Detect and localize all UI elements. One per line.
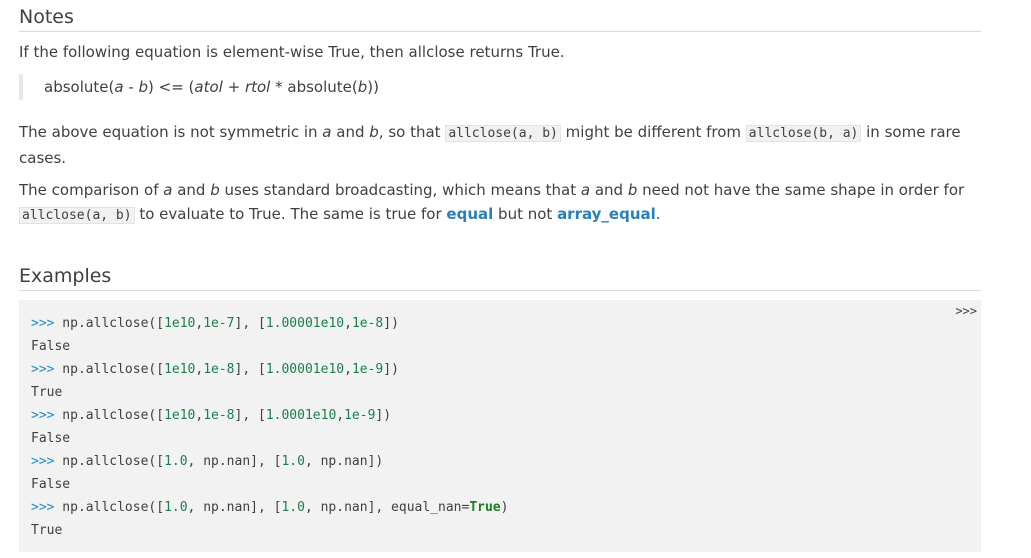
equal-link[interactable]: equal <box>446 205 493 223</box>
inline-code: allclose(b, a) <box>745 125 862 142</box>
eq-text: + <box>222 78 245 96</box>
code-number: 1e-9 <box>344 408 376 423</box>
code-lines: >>> np.allclose([1e10,1e-7], [1.00001e10… <box>31 312 508 542</box>
code-number: 1e10 <box>164 408 196 423</box>
code-text: ], [ <box>234 316 266 331</box>
code-input-line: >>> np.allclose([1.0, np.nan], [1.0, np.… <box>31 450 508 473</box>
eq-var-a: a <box>114 78 124 96</box>
text: and <box>590 181 628 199</box>
code-number: 1.00001e10 <box>265 316 345 331</box>
eq-text: absolute( <box>44 78 115 96</box>
code-text: ]) <box>375 408 392 423</box>
code-number: 1.0 <box>164 500 188 515</box>
code-text: , np.nan], [ <box>187 500 282 515</box>
text: need not have the same shape in order fo… <box>637 181 965 199</box>
code-number: 1.0 <box>281 454 305 469</box>
code-number: 1e-8 <box>203 362 235 377</box>
code-text: , <box>344 316 352 331</box>
text: The comparison of <box>19 181 164 199</box>
code-text: ) <box>500 500 509 515</box>
var-b: b <box>369 123 379 141</box>
code-number: 1.0 <box>281 500 305 515</box>
code-number: 1e10 <box>164 316 196 331</box>
text: . <box>655 205 661 223</box>
var-b: b <box>210 181 220 199</box>
eq-text: - <box>123 78 139 96</box>
code-text: np.allclose([ <box>54 362 165 377</box>
code-text: , np.nan], [ <box>187 454 282 469</box>
inline-code: allclose(a, b) <box>19 207 135 224</box>
code-output-line: True <box>31 381 508 404</box>
text: uses standard broadcasting, which means … <box>219 181 581 199</box>
code-output-line: False <box>31 335 508 358</box>
eq-text: ) <= ( <box>148 78 195 96</box>
notes-intro: If the following equation is element-wis… <box>19 43 565 61</box>
inline-code: allclose(a, b) <box>445 125 561 142</box>
code-output-line: False <box>31 473 508 496</box>
code-output-line: True <box>31 519 508 542</box>
var-a: a <box>580 181 591 199</box>
code-text: , <box>344 362 352 377</box>
equation-block: absolute(a - b) <= (atol + rtol * absolu… <box>19 74 379 100</box>
text: and <box>172 181 211 199</box>
symmetry-paragraph: The above equation is not symmetric in a… <box>19 120 969 170</box>
code-text: ]) <box>383 316 399 331</box>
code-text: ]) <box>383 362 399 377</box>
examples-code-block: >>> >>> np.allclose([1e10,1e-7], [1.0000… <box>19 300 981 552</box>
text: but not <box>493 205 558 223</box>
code-text: ], [ <box>234 408 266 423</box>
eq-var-b: b <box>357 78 368 96</box>
code-input-line: >>> np.allclose([1.0, np.nan], [1.0, np.… <box>31 496 508 519</box>
code-text: , np.nan], equal_nan= <box>304 500 470 515</box>
code-keyword: True <box>469 500 501 515</box>
notes-heading: Notes <box>19 5 981 32</box>
text: The above equation is not symmetric in <box>19 123 323 141</box>
code-text: np.allclose([ <box>54 454 165 469</box>
eq-text: * absolute( <box>270 78 358 96</box>
code-prompt: >>> <box>31 362 55 377</box>
code-output: False <box>31 339 71 354</box>
code-number: 1e-7 <box>203 316 235 331</box>
text: , so that <box>378 123 446 141</box>
toggle-prompt-button[interactable]: >>> <box>955 304 977 318</box>
code-prompt: >>> <box>31 408 55 423</box>
code-text: np.allclose([ <box>54 408 165 423</box>
text: might be different from <box>560 123 746 141</box>
code-number: 1e-9 <box>351 362 384 377</box>
eq-var-atol: atol <box>194 78 223 96</box>
code-input-line: >>> np.allclose([1e10, 1e-8], [1.00001e10… <box>31 358 508 381</box>
code-input-line: >>> np.allclose([1e10, 1e-7], [1.00001e10… <box>31 312 508 335</box>
var-b: b <box>627 181 638 199</box>
code-text: , <box>336 408 345 423</box>
code-prompt: >>> <box>31 316 55 331</box>
code-prompt: >>> <box>31 500 55 515</box>
text: and <box>331 123 370 141</box>
code-number: 1.0001e10 <box>265 408 337 423</box>
eq-var-rtol: rtol <box>244 78 271 96</box>
eq-text: )) <box>367 78 379 96</box>
broadcasting-paragraph: The comparison of a and b uses standard … <box>19 178 974 228</box>
code-number: 1.00001e10 <box>265 362 345 377</box>
code-prompt: >>> <box>31 454 55 469</box>
code-input-line: >>> np.allclose([1e10,1e-8], [1.0001e10,… <box>31 404 508 427</box>
code-text: , np.nan]) <box>304 454 384 469</box>
code-text: ], [ <box>234 362 266 377</box>
code-output-line: False <box>31 427 508 450</box>
examples-heading: Examples <box>19 264 981 291</box>
code-text: np.allclose([ <box>54 500 165 515</box>
code-text: np.allclose([ <box>54 316 165 331</box>
text: to evaluate to True. The same is true fo… <box>134 205 447 223</box>
code-number: 1.0 <box>164 454 188 469</box>
code-number: 1e-8 <box>203 408 235 423</box>
array-equal-link[interactable]: array_equal <box>557 205 656 223</box>
code-number: 1e10 <box>164 362 196 377</box>
code-number: 1e-8 <box>351 316 384 331</box>
code-output: True <box>31 385 63 400</box>
code-output: False <box>31 431 71 446</box>
eq-var-b: b <box>138 78 149 96</box>
code-output: False <box>31 477 71 492</box>
code-output: True <box>31 523 63 538</box>
